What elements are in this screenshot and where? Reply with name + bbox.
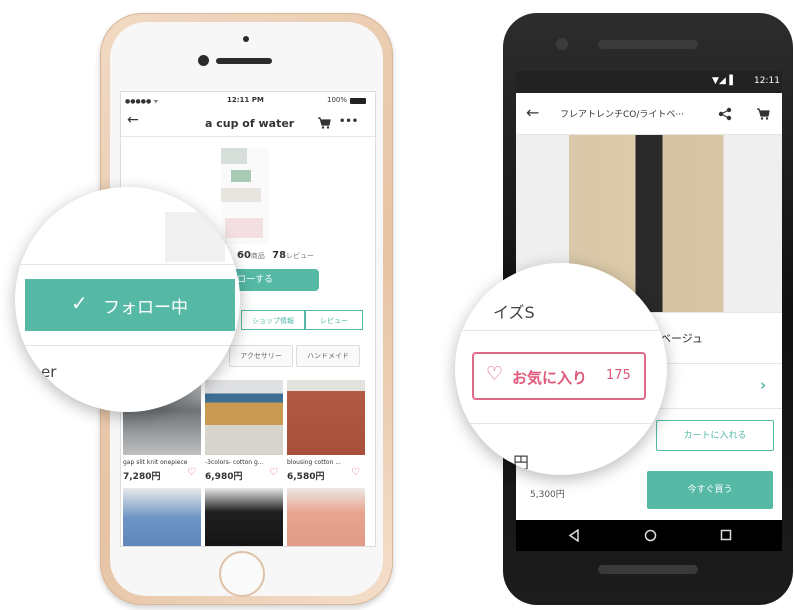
category-accessory[interactable]: アクセサリー [229, 345, 293, 367]
toolbar-title: フレアトレンチCO/ライトベ··· [560, 110, 684, 120]
chevron-right-icon[interactable]: › [760, 376, 766, 394]
mag-logo-fragment [165, 212, 225, 262]
product-price: 6,580円 [287, 472, 325, 482]
heart-icon[interactable]: ♡ [187, 467, 196, 478]
product-price: 7,280円 [123, 472, 161, 482]
product-image[interactable] [123, 488, 201, 546]
product-image[interactable] [205, 488, 283, 546]
battery-icon [350, 98, 366, 104]
product-image[interactable] [205, 380, 283, 455]
reviews-count: 78 [272, 250, 287, 261]
back-arrow-icon[interactable]: ← [526, 103, 539, 122]
product-name: blousing cotton ... [287, 459, 342, 466]
buy-now-button[interactable]: 今すぐ買う [647, 471, 773, 509]
android-toolbar: ← フレアトレンチCO/ライトベ··· [516, 93, 782, 135]
iphone-camera [198, 55, 209, 66]
status-time: 12:11 PM [227, 96, 264, 104]
category-handmade[interactable]: ハンドメイド [296, 345, 360, 367]
favorite-label: お気に入り [512, 369, 588, 387]
android-camera [556, 38, 568, 50]
android-status-bar: ▼◢▐ 12:11 [516, 71, 782, 93]
iphone-home-button[interactable] [219, 551, 265, 597]
iphone-sensor [243, 36, 249, 42]
android-speaker-bottom [598, 565, 698, 574]
color-label: ベージュ [660, 332, 704, 345]
shop-title: a cup of water [205, 117, 295, 130]
android-nav-bar [516, 520, 782, 551]
tab-reviews[interactable]: レビュー [305, 310, 363, 330]
product-name: -3colors- cotton g... [205, 459, 264, 466]
nav-home-icon[interactable] [644, 529, 657, 542]
favorite-count: 175 [606, 368, 631, 383]
items-count: 60 [237, 250, 251, 261]
heart-icon[interactable]: ♡ [269, 467, 278, 478]
product-name: gap slit knit onepiece [123, 459, 188, 466]
follow-magnifier: ✓ フォロー中 er [15, 187, 240, 412]
iphone-speaker [216, 58, 272, 64]
size-label: イズS [493, 303, 535, 322]
heart-icon[interactable]: ♡ [351, 467, 360, 478]
product-image[interactable] [287, 380, 365, 455]
favorite-button[interactable]: ♡ お気に入り 175 [472, 352, 646, 400]
heart-icon: ♡ [486, 363, 504, 385]
tab-shop-info[interactable]: ショップ情報 [241, 310, 305, 330]
nav-recents-icon[interactable] [720, 529, 732, 541]
add-to-cart-button[interactable]: カートに入れる [656, 420, 774, 451]
android-speaker-top [598, 40, 698, 49]
status-battery: 100% [327, 96, 348, 104]
following-label: フォロー中 [103, 298, 188, 318]
items-unit: 商品 [250, 252, 265, 260]
mag-divider [15, 345, 240, 346]
mag-divider [15, 264, 240, 265]
mag-text-fragment: er [41, 363, 57, 381]
check-icon: ✓ [71, 291, 88, 315]
share-icon[interactable] [718, 107, 732, 121]
cart-icon[interactable] [317, 117, 331, 129]
header-divider [121, 136, 375, 137]
nav-back-icon[interactable] [568, 529, 580, 542]
more-icon[interactable]: ••• [339, 116, 358, 127]
signal-icon: ▼◢▐ [712, 76, 733, 86]
mag-divider [455, 423, 667, 424]
price-text: 5,300円 [530, 490, 565, 500]
back-arrow-icon[interactable]: ← [127, 112, 139, 128]
favorite-magnifier: イズS ♡ お気に入り 175 円 [455, 263, 667, 475]
status-time: 12:11 [754, 76, 780, 86]
product-price: 6,980円 [205, 472, 243, 482]
shop-stats: 60商品 78レビュー [237, 250, 314, 261]
follow-button-label: ロ一する [237, 275, 274, 285]
status-carrier: ●●●●● ᯤ [125, 98, 159, 105]
follow-button[interactable]: ロ一する [231, 269, 319, 291]
following-button[interactable]: ✓ フォロー中 [25, 279, 235, 331]
shop-logo [221, 148, 269, 244]
reviews-unit: レビュー [286, 252, 315, 260]
cart-icon[interactable] [756, 108, 770, 120]
product-image[interactable] [287, 488, 365, 546]
price-fragment: 円 [513, 453, 530, 472]
mag-divider [455, 330, 667, 331]
